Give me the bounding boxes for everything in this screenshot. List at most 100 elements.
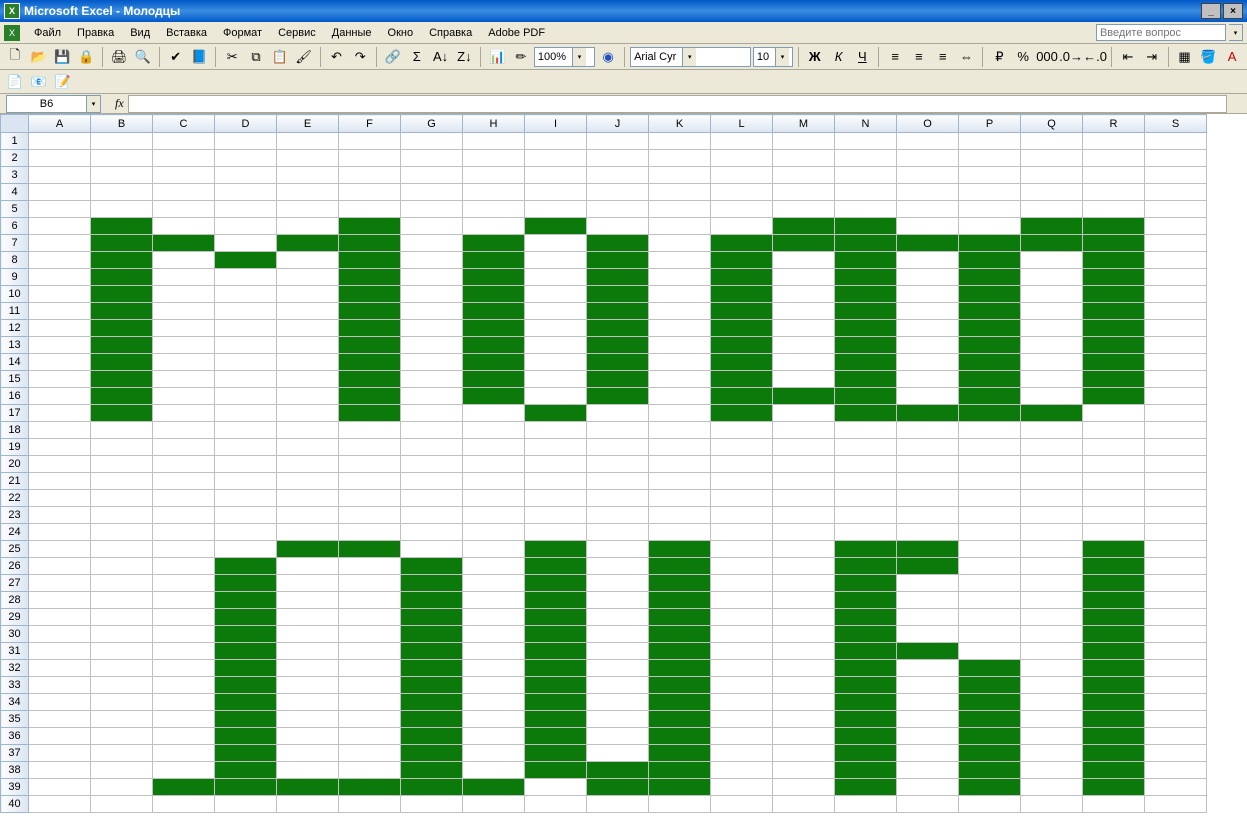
decrease-indent-icon[interactable]: ⇤ <box>1117 46 1139 68</box>
cell[interactable] <box>525 456 587 473</box>
cell[interactable] <box>1145 541 1207 558</box>
cell[interactable] <box>91 779 153 796</box>
cell[interactable] <box>649 660 711 677</box>
cell[interactable] <box>773 745 835 762</box>
cell[interactable] <box>215 575 277 592</box>
cell[interactable] <box>401 337 463 354</box>
cell[interactable] <box>1083 184 1145 201</box>
select-all-corner[interactable] <box>1 115 29 133</box>
cell[interactable] <box>835 150 897 167</box>
cell[interactable] <box>1083 218 1145 235</box>
cell[interactable] <box>649 728 711 745</box>
cell[interactable] <box>711 745 773 762</box>
menu-format[interactable]: Формат <box>215 25 270 41</box>
cell[interactable] <box>1083 405 1145 422</box>
cell[interactable] <box>401 422 463 439</box>
cell[interactable] <box>153 779 215 796</box>
cell[interactable] <box>339 728 401 745</box>
cell[interactable] <box>1021 473 1083 490</box>
cell[interactable] <box>711 133 773 150</box>
cell[interactable] <box>215 558 277 575</box>
cell[interactable] <box>711 252 773 269</box>
hyperlink-icon[interactable]: 🔗 <box>382 46 404 68</box>
cell[interactable] <box>711 184 773 201</box>
cell[interactable] <box>91 320 153 337</box>
cell[interactable] <box>649 286 711 303</box>
cell[interactable] <box>1145 320 1207 337</box>
cell[interactable] <box>277 320 339 337</box>
cell[interactable] <box>1021 660 1083 677</box>
cell[interactable] <box>1021 388 1083 405</box>
cell[interactable] <box>29 439 91 456</box>
cell[interactable] <box>401 167 463 184</box>
cell[interactable] <box>835 303 897 320</box>
cell[interactable] <box>525 201 587 218</box>
cell[interactable] <box>153 201 215 218</box>
row-header[interactable]: 15 <box>1 371 29 388</box>
chevron-down-icon[interactable]: ▾ <box>86 96 100 112</box>
cell[interactable] <box>401 405 463 422</box>
cell[interactable] <box>711 779 773 796</box>
cell[interactable] <box>29 626 91 643</box>
cell[interactable] <box>215 150 277 167</box>
cell[interactable] <box>1145 337 1207 354</box>
cell[interactable] <box>463 592 525 609</box>
cell[interactable] <box>339 575 401 592</box>
cell[interactable] <box>29 524 91 541</box>
cell[interactable] <box>959 592 1021 609</box>
cell[interactable] <box>711 541 773 558</box>
cell[interactable] <box>525 371 587 388</box>
cell[interactable] <box>277 337 339 354</box>
cell[interactable] <box>773 626 835 643</box>
cell[interactable] <box>1021 218 1083 235</box>
cell[interactable] <box>1083 558 1145 575</box>
cell[interactable] <box>29 184 91 201</box>
cell[interactable] <box>91 711 153 728</box>
row-header[interactable]: 4 <box>1 184 29 201</box>
column-header[interactable]: L <box>711 115 773 133</box>
column-header[interactable]: Q <box>1021 115 1083 133</box>
cell[interactable] <box>897 337 959 354</box>
cell[interactable] <box>649 201 711 218</box>
cell[interactable] <box>277 507 339 524</box>
cell[interactable] <box>401 354 463 371</box>
cell[interactable] <box>1083 507 1145 524</box>
cell[interactable] <box>277 745 339 762</box>
cell[interactable] <box>401 286 463 303</box>
cell[interactable] <box>587 456 649 473</box>
cell[interactable] <box>897 592 959 609</box>
cell[interactable] <box>959 728 1021 745</box>
cell[interactable] <box>1145 388 1207 405</box>
cell[interactable] <box>835 609 897 626</box>
cell[interactable] <box>339 235 401 252</box>
cell[interactable] <box>897 303 959 320</box>
cell[interactable] <box>1021 269 1083 286</box>
cell[interactable] <box>835 677 897 694</box>
chart-wizard-icon[interactable]: 📊 <box>486 46 508 68</box>
cell[interactable] <box>773 592 835 609</box>
cell[interactable] <box>897 286 959 303</box>
cell[interactable] <box>463 303 525 320</box>
cell[interactable] <box>959 558 1021 575</box>
cell[interactable] <box>339 473 401 490</box>
cell[interactable] <box>773 490 835 507</box>
cell[interactable] <box>215 592 277 609</box>
cell[interactable] <box>711 167 773 184</box>
cell[interactable] <box>401 371 463 388</box>
cell[interactable] <box>959 643 1021 660</box>
cell[interactable] <box>649 167 711 184</box>
cell[interactable] <box>525 507 587 524</box>
cell[interactable] <box>897 507 959 524</box>
cell[interactable] <box>959 779 1021 796</box>
cell[interactable] <box>711 235 773 252</box>
cell[interactable] <box>587 643 649 660</box>
cell[interactable] <box>773 524 835 541</box>
cell[interactable] <box>1021 320 1083 337</box>
cell[interactable] <box>1145 167 1207 184</box>
cell[interactable] <box>835 371 897 388</box>
cell[interactable] <box>897 456 959 473</box>
cell[interactable] <box>649 762 711 779</box>
cell[interactable] <box>773 133 835 150</box>
cell[interactable] <box>835 405 897 422</box>
cell[interactable] <box>215 473 277 490</box>
